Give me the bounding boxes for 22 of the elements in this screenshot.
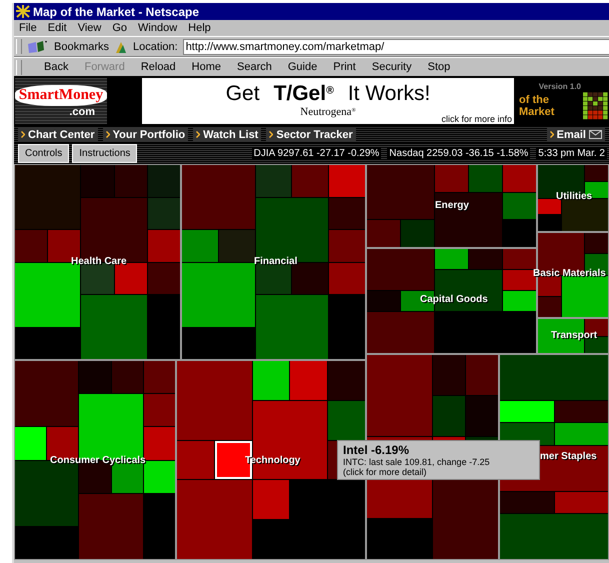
sector-label: mer Staples [540,451,597,462]
ad-brand: T/Gel$^{®}$ [274,82,334,106]
sector-label: Energy [435,200,469,211]
logo-suffix: .com [69,106,95,118]
logo-text: SmartMoney [14,84,108,106]
tooltip-title: Intel -6.19% [343,443,410,457]
tooltip-detail: INTC: last sale 109.81, change -7.25 [343,457,491,467]
ticker-text: Nasdaq 2259.03 -36.15 -1.58% [387,148,530,159]
sector-label: Capital Goods [420,294,488,305]
ad-text: It Works! [348,82,430,106]
sector-label: Utilities [556,191,592,202]
ticker-text: 5:33 pm Mar. 2 [536,148,607,159]
ticker-text: DJIA 9297.61 -27.17 -0.29% [252,148,382,159]
sector-label: Health Care [71,256,127,267]
sector-label: Financial [254,256,298,267]
location-label: Location: [133,40,178,52]
ad-text: Get [226,82,260,106]
ad-maker: Neutrogena$^{®}$ [300,106,356,119]
product-name: of the Market [519,94,556,118]
tooltip-hint: (click for more detail) [343,467,428,477]
version-label: Version 1.0 [538,82,581,90]
window-title: Map of the Market - Netscape [33,4,200,18]
